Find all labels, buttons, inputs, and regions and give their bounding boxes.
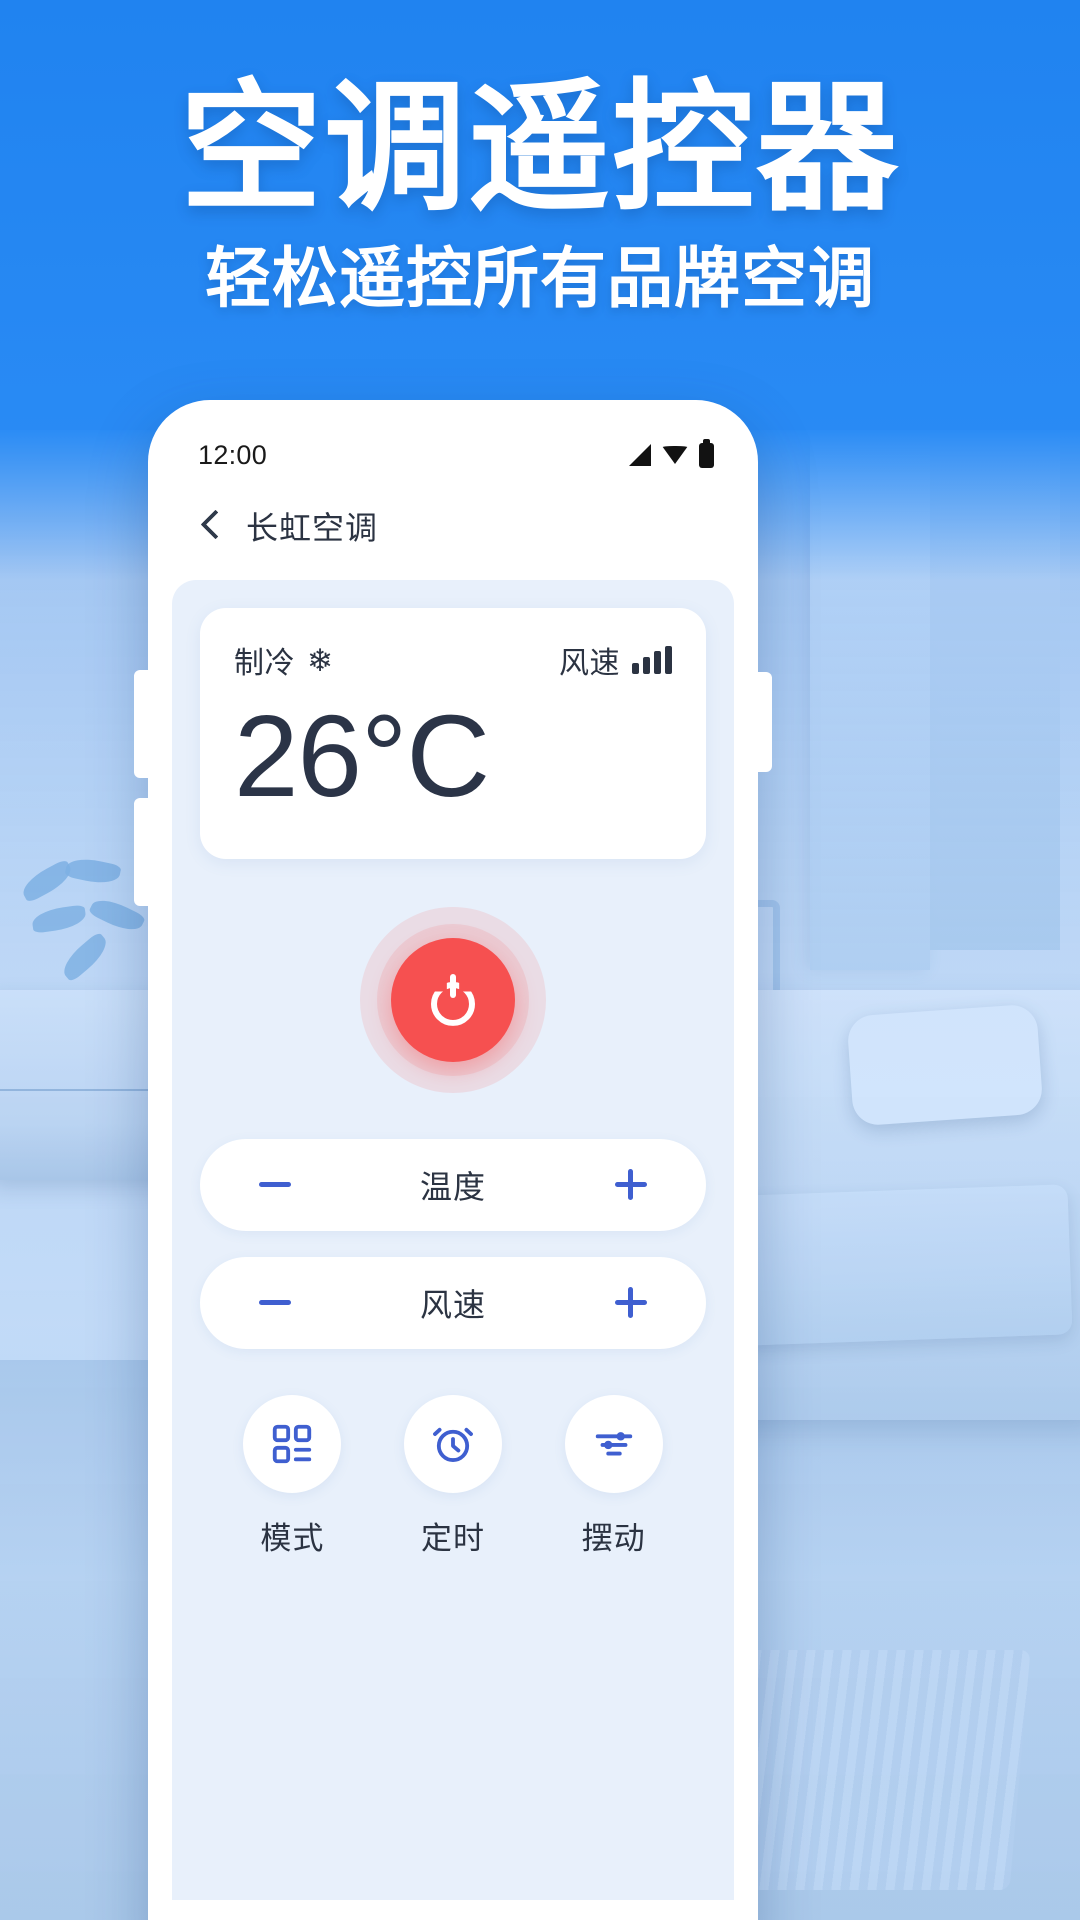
timer-function-label: 定时 [420,1520,485,1556]
snowflake-icon: ❄ [307,642,333,678]
power-toggle-button[interactable] [391,937,515,1062]
phone-power-button[interactable] [756,672,772,772]
timer-icon-circle [403,1394,502,1493]
power-icon [427,973,479,1026]
fan-speed-indicator: 风速 [559,638,672,682]
temperature-stepper-label: 温度 [419,1168,486,1205]
poster-title: 空调遥控器 [180,66,900,231]
swing-function-button[interactable]: 摆动 [564,1394,663,1558]
poster-subtitle: 轻松遥控所有品牌空调 [205,240,875,317]
mode-icon-circle [243,1394,342,1493]
mode-indicator: 制冷 ❄ [234,638,333,682]
fan-bars-icon [632,646,672,674]
wifi-icon [662,446,688,464]
mode-function-button[interactable]: 模式 [243,1394,342,1558]
power-halo-inner [377,923,529,1076]
remote-control-panel: 制冷 ❄ 风速 26°C 温度 风速 模式 定时 摆动 [172,580,734,1900]
status-bar: 12:00 [158,410,748,482]
status-display-card: 制冷 ❄ 风速 26°C [200,608,706,859]
fan-speed-label: 风速 [559,647,620,680]
volume-down-button[interactable] [134,798,150,906]
mode-label: 制冷 [234,647,295,680]
fan-speed-stepper-row: 风速 [200,1256,706,1349]
temperature-stepper-row: 温度 [200,1138,706,1231]
fan-speed-stepper-label: 风速 [419,1286,486,1323]
timer-function-button[interactable]: 定时 [403,1394,502,1558]
status-icon-group [629,438,714,468]
fan-speed-increase-button[interactable] [612,1284,650,1322]
swing-lines-icon [595,1431,632,1456]
phone-screen: 12:00 长虹空调 制冷 ❄ 风速 26°C 温度 风速 模式 定时 摆动 [158,410,748,1920]
temperature-increase-button[interactable] [612,1166,650,1204]
power-halo-outer [360,906,546,1093]
hero-text-block: 空调遥控器 轻松遥控所有品牌空调 [0,0,1080,312]
app-nav-bar: 长虹空调 [158,482,748,570]
display-card-header: 制冷 ❄ 风速 [234,638,672,682]
page-title: 长虹空调 [246,510,379,546]
phone-mockup: 12:00 长虹空调 制冷 ❄ 风速 26°C 温度 风速 模式 定时 摆动 [134,400,772,1920]
signal-icon [629,444,651,466]
battery-icon [699,438,714,468]
function-button-row: 模式 定时 摆动 [200,1394,706,1558]
alarm-clock-icon [433,1427,473,1462]
poster-screen: 空调遥控器 轻松遥控所有品牌空调 12:00 长虹空调 制冷 ❄ 风速 26°C… [0,0,1080,1920]
mode-function-label: 模式 [260,1520,325,1556]
temperature-readout: 26°C [234,691,490,821]
grid-mode-icon [273,1424,312,1464]
swing-function-label: 摆动 [581,1520,646,1556]
temperature-decrease-button[interactable] [256,1166,294,1204]
swing-icon-circle [564,1394,663,1493]
power-button-area [200,906,706,1093]
chevron-left-icon[interactable] [200,508,222,544]
fan-speed-decrease-button[interactable] [256,1284,294,1322]
volume-up-button[interactable] [134,670,150,778]
status-time: 12:00 [198,439,268,470]
